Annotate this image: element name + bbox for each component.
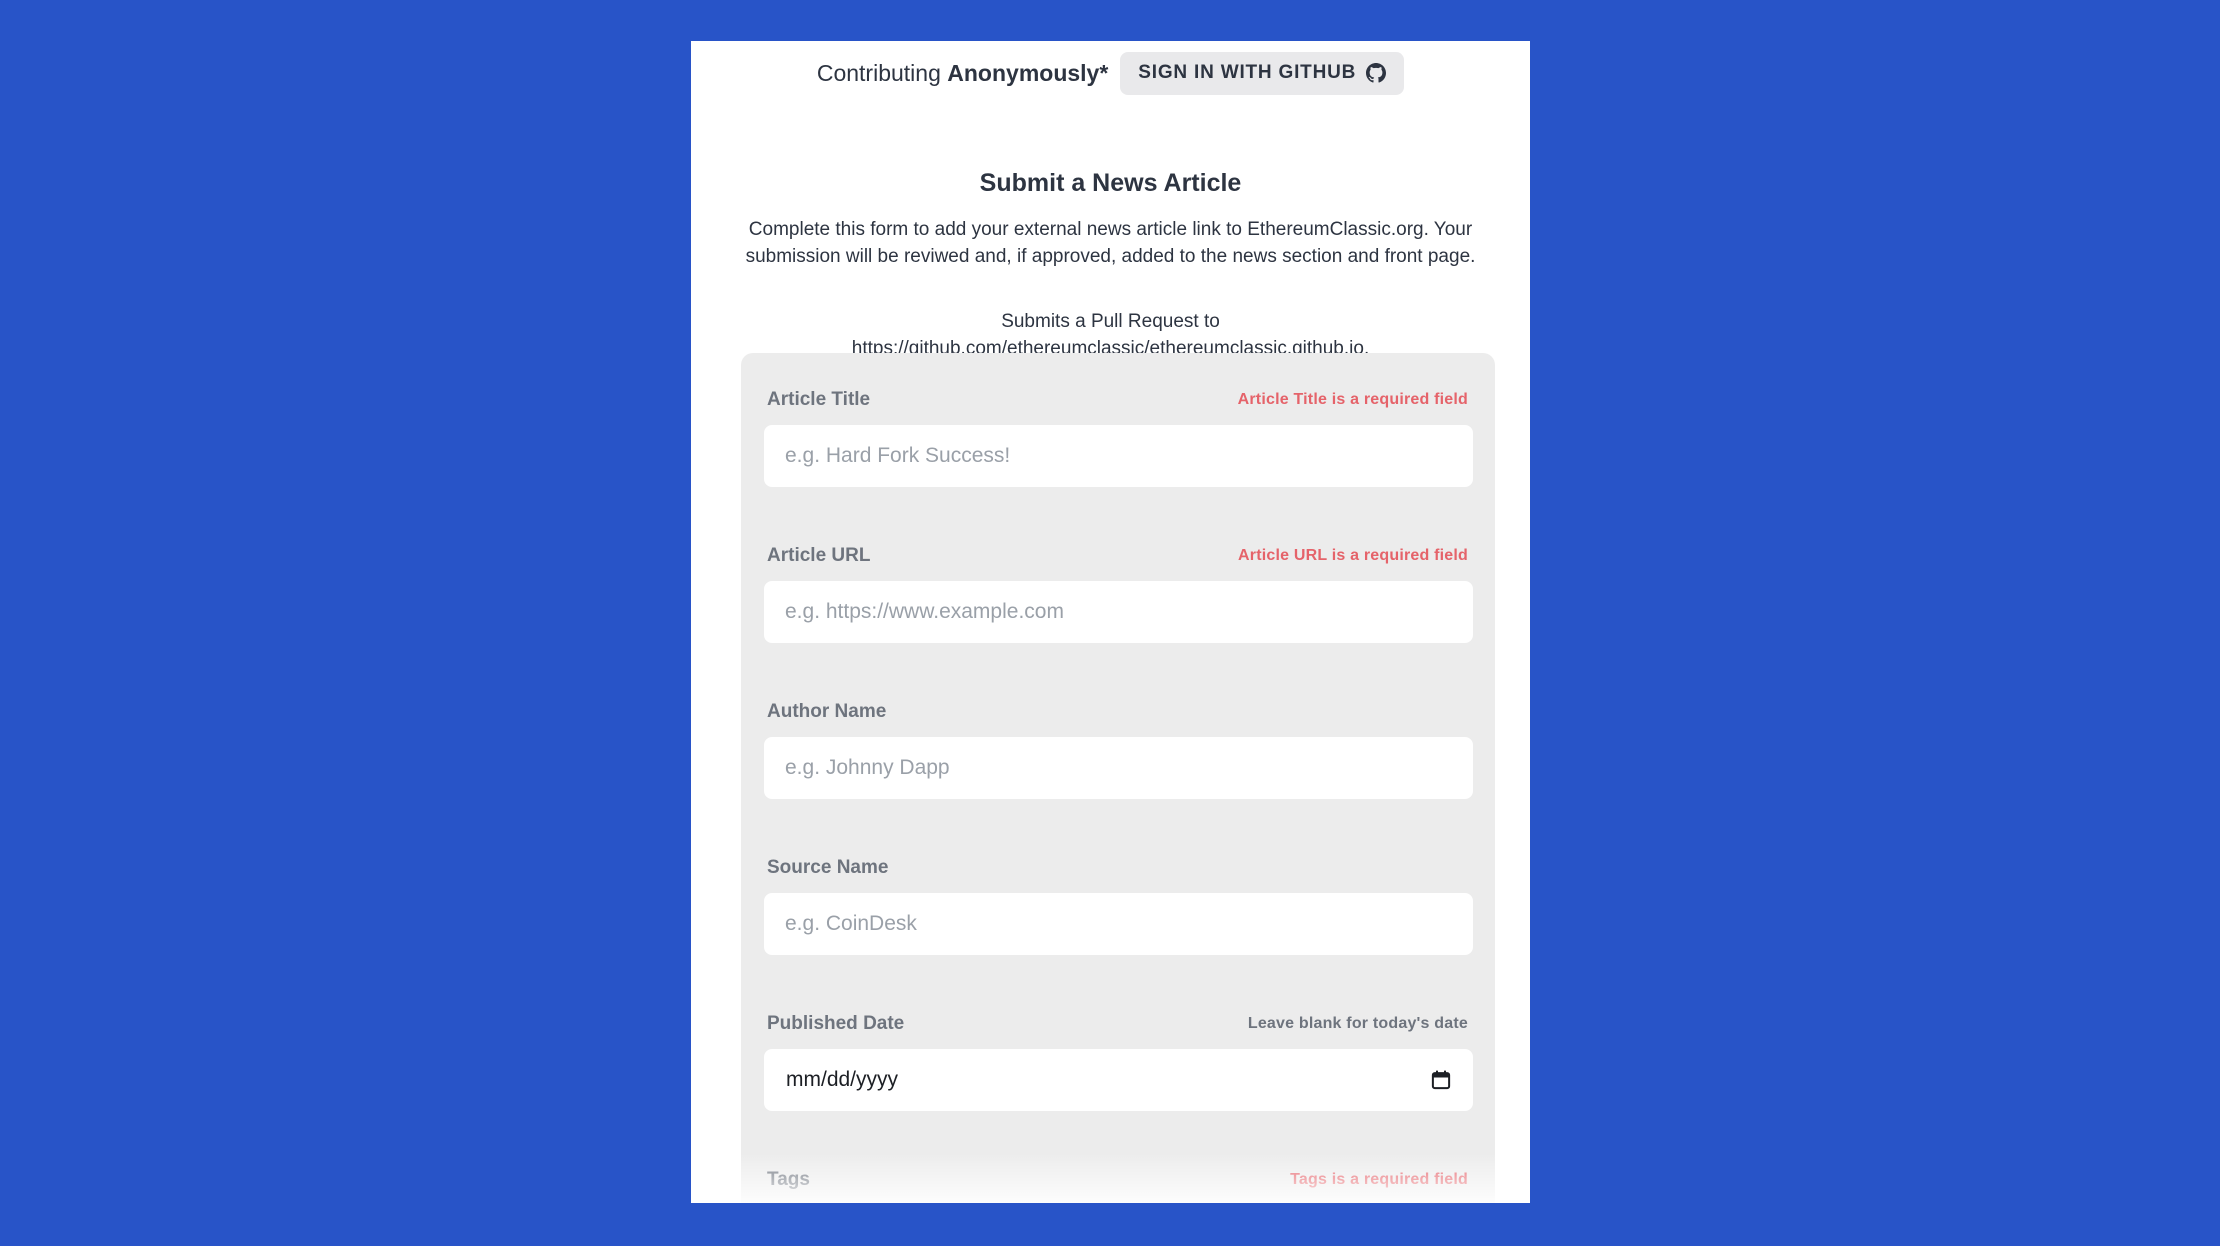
published-date-input[interactable]: mm/dd/yyyy <box>764 1049 1473 1111</box>
article-url-field: Article URL Article URL is a required fi… <box>741 509 1495 649</box>
author-name-field: Author Name <box>741 665 1495 805</box>
article-url-label: Article URL <box>767 545 871 566</box>
github-icon <box>1366 63 1387 83</box>
calendar-icon[interactable] <box>1431 1070 1451 1090</box>
page-description: Complete this form to add your external … <box>745 219 1476 267</box>
tags-error: Tags is a required field <box>1290 1171 1468 1188</box>
source-name-field: Source Name <box>741 821 1495 961</box>
source-name-input[interactable] <box>764 893 1473 955</box>
published-date-hint: Leave blank for today's date <box>1247 1015 1468 1032</box>
contributing-prefix: Contributing <box>816 59 941 86</box>
page-title: Submit a News Article <box>979 169 1242 197</box>
contributing-mode: Anonymously* <box>947 59 1109 86</box>
article-title-input[interactable] <box>764 425 1473 487</box>
tags-field: Tags Tags is a required field <box>741 1133 1495 1203</box>
author-name-input[interactable] <box>764 737 1473 799</box>
tags-label: Tags <box>767 1169 810 1190</box>
article-title-error: Article Title is a required field <box>1237 391 1468 408</box>
date-placeholder: mm/dd/yyyy <box>786 1068 899 1091</box>
pull-request-note-line1: Submits a Pull Request to <box>1001 311 1220 332</box>
contribution-bar: Contributing Anonymously* SIGN IN WITH G… <box>691 51 1530 95</box>
sign-in-github-label: SIGN IN WITH GITHUB <box>1138 62 1357 83</box>
news-article-form: Article Title Article Title is a require… <box>741 353 1495 1203</box>
published-date-label: Published Date <box>767 1013 905 1034</box>
article-url-input[interactable] <box>764 581 1473 643</box>
article-title-field: Article Title Article Title is a require… <box>741 353 1495 493</box>
article-url-error: Article URL is a required field <box>1238 547 1468 564</box>
contributing-status: Contributing Anonymously* <box>817 60 1108 87</box>
published-date-field: Published Date Leave blank for today's d… <box>741 977 1495 1117</box>
article-title-label: Article Title <box>767 389 871 410</box>
submission-panel: Contributing Anonymously* SIGN IN WITH G… <box>691 41 1530 1203</box>
sign-in-github-button[interactable]: SIGN IN WITH GITHUB <box>1120 51 1405 95</box>
source-name-label: Source Name <box>767 857 889 878</box>
author-name-label: Author Name <box>767 701 887 722</box>
